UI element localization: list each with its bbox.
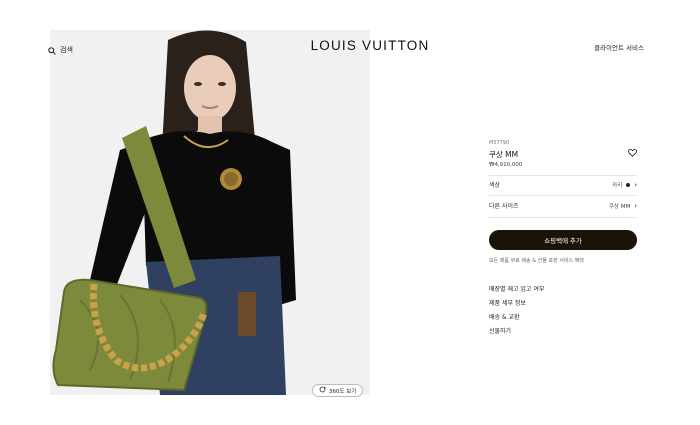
search-label[interactable]: 검색 (60, 45, 73, 55)
color-label: 색상 (489, 182, 501, 189)
divider (489, 217, 637, 218)
link-shipping-exchange[interactable]: 배송 & 교환 (489, 311, 544, 325)
chevron-right-icon: › (634, 201, 637, 210)
shipping-note: 모든 제품 무료 배송 & 선물 포장 서비스 혜택 (489, 258, 584, 264)
color-value: 카키 (612, 182, 623, 189)
view-360-button[interactable]: 360도 보기 (312, 384, 364, 397)
divider (489, 195, 637, 196)
search-control[interactable]: 검색 (48, 40, 73, 59)
add-to-bag-button[interactable]: 쇼핑백에 추가 (489, 230, 637, 250)
brand-logo[interactable]: LOUIS VUITTON (300, 38, 440, 53)
color-swatch (626, 182, 631, 187)
color-option-row[interactable]: 색상 카키 › (489, 180, 637, 190)
link-gift[interactable]: 선물하기 (489, 325, 544, 339)
rotate-360-icon (319, 386, 326, 395)
divider (489, 175, 637, 176)
product-links: 매장별 재고 입고 여부 제품 세부 정보 배송 & 교환 선물하기 (489, 283, 544, 339)
product-info: M57790 쿠상 MM ₩4,910,000 (489, 140, 639, 168)
view-360-label: 360도 보기 (329, 388, 357, 395)
product-image[interactable] (50, 30, 370, 395)
size-option-row[interactable]: 다른 사이즈 쿠상 MM › (489, 201, 637, 211)
chevron-right-icon: › (634, 180, 637, 189)
product-name: 쿠상 MM (489, 150, 519, 159)
size-value: 쿠상 MM (608, 203, 631, 210)
product-price: ₩4,910,000 (489, 162, 523, 168)
size-label: 다른 사이즈 (489, 203, 519, 210)
model-illustration (50, 30, 370, 395)
product-sku: M57790 (489, 140, 510, 146)
heart-icon[interactable] (628, 142, 637, 161)
link-product-details[interactable]: 제품 세부 정보 (489, 297, 544, 311)
link-store-stock[interactable]: 매장별 재고 입고 여부 (489, 283, 544, 297)
client-service-link[interactable]: 클라이언트 서비스 (594, 42, 644, 52)
search-icon[interactable] (48, 40, 56, 59)
